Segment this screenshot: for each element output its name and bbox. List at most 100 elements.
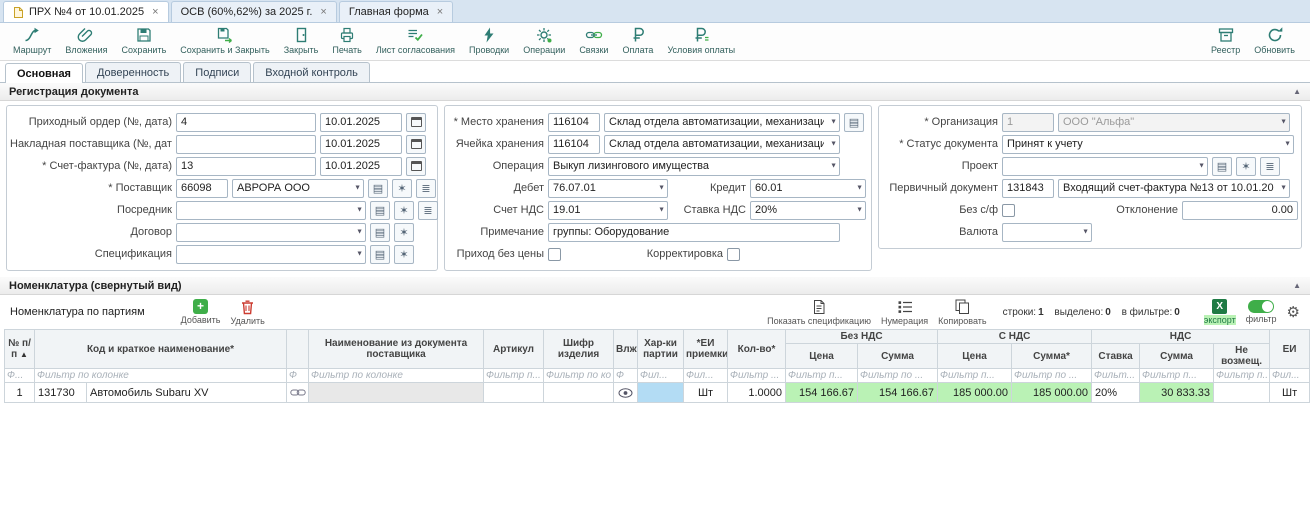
add-row-button[interactable]: + Добавить (181, 299, 221, 325)
status-select[interactable]: Принят к учету (1002, 135, 1294, 154)
postings-button[interactable]: Проводки (462, 25, 516, 56)
tab-doverennost[interactable]: Доверенность (85, 62, 181, 82)
deviation-input[interactable] (1182, 201, 1298, 220)
col-header-vlzh[interactable]: Влж (614, 330, 638, 369)
contract-card-button[interactable]: ▤ (370, 223, 390, 242)
filter-sum-no-vat-input[interactable] (860, 370, 935, 381)
storage-card-button[interactable]: ▤ (844, 113, 864, 132)
supplier-hierarchy-button[interactable]: ≣ (416, 179, 436, 198)
project-wizard-button[interactable]: ✶ (1236, 157, 1256, 176)
supplier-select[interactable]: АВРОРА ООО (232, 179, 364, 198)
organization-select[interactable]: ООО "Альфа" (1058, 113, 1290, 132)
project-card-button[interactable]: ▤ (1212, 157, 1232, 176)
storage-code-input[interactable] (548, 113, 600, 132)
payment-terms-button[interactable]: Условия оплаты (660, 25, 742, 56)
cell-link[interactable] (287, 383, 309, 403)
tab-osnovnaya[interactable]: Основная (5, 63, 83, 83)
close-button[interactable]: Закрыть (277, 25, 326, 56)
tab-vhodnoy-kontrol[interactable]: Входной контроль (253, 62, 370, 82)
specification-select[interactable] (176, 245, 366, 264)
primary-doc-select[interactable]: Входящий счет-фактура №13 от 10.01.2025 (1058, 179, 1290, 198)
correction-checkbox[interactable] (727, 248, 740, 261)
col-header-vat-rate[interactable]: Ставка (1092, 344, 1140, 369)
filter-not-reimb-input[interactable] (1216, 370, 1267, 381)
filter-product-code-input[interactable] (546, 370, 611, 381)
storage-select[interactable]: Склад отдела автоматизации, механизации … (604, 113, 840, 132)
registry-button[interactable]: Реестр (1204, 25, 1247, 56)
storage-cell-select[interactable]: Склад отдела автоматизации, механизации … (604, 135, 840, 154)
invoice-number-input[interactable] (176, 157, 316, 176)
col-header-ei-priemki[interactable]: *ЕИ приемки (684, 330, 728, 369)
doc-tab-osv[interactable]: ОСВ (60%,62%) за 2025 г. × (171, 1, 337, 22)
filter-ei-priemki-input[interactable] (686, 370, 725, 381)
col-header-product-code[interactable]: Шифр изделия (544, 330, 614, 369)
numbering-button[interactable]: Нумерация (881, 299, 928, 326)
filter-toggle[interactable]: фильтр (1246, 300, 1277, 324)
note-input[interactable] (548, 223, 840, 242)
col-header-articul[interactable]: Артикул (484, 330, 544, 369)
receipt-order-date-input[interactable] (320, 113, 402, 132)
operation-select[interactable]: Выкуп лизингового имущества (548, 157, 840, 176)
invoice-date-input[interactable] (320, 157, 402, 176)
filter-code-name-input[interactable] (37, 370, 284, 381)
supplier-card-button[interactable]: ▤ (368, 179, 388, 198)
vat-account-select[interactable]: 19.01 (548, 201, 668, 220)
contract-wizard-button[interactable]: ✶ (394, 223, 414, 242)
delete-row-button[interactable]: Удалить (230, 299, 264, 326)
export-excel-button[interactable]: X экспорт (1204, 299, 1236, 325)
no-sf-checkbox[interactable] (1002, 204, 1015, 217)
table-row[interactable]: 1 131730 Автомобиль Subaru XV Шт 1.0000 … (5, 383, 1310, 403)
vat-rate-select[interactable]: 20% (750, 201, 866, 220)
payment-button[interactable]: Оплата (615, 25, 660, 56)
supplier-invoice-date-input[interactable] (320, 135, 402, 154)
col-header-code-name[interactable]: Код и краткое наименование* (35, 330, 287, 369)
filter-qty-input[interactable] (730, 370, 783, 381)
settings-gear-icon[interactable]: ⚙ (1287, 305, 1300, 320)
contract-select[interactable] (176, 223, 366, 242)
receipt-order-calendar-button[interactable] (406, 113, 426, 132)
project-select[interactable] (1002, 157, 1208, 176)
col-header-ei[interactable]: ЕИ (1270, 330, 1310, 369)
currency-select[interactable] (1002, 223, 1092, 242)
supplier-wizard-button[interactable]: ✶ (392, 179, 412, 198)
filter-vlzh-input[interactable] (616, 370, 635, 381)
route-button[interactable]: Маршрут (6, 25, 58, 56)
cell-vlzh[interactable] (614, 383, 638, 403)
credit-select[interactable]: 60.01 (750, 179, 866, 198)
col-header-num[interactable]: № п/п ▲ (5, 330, 35, 369)
doc-tab-prh[interactable]: ПРХ №4 от 10.01.2025 × (3, 1, 169, 22)
col-header-supplier-name[interactable]: Наименование из документа поставщика (309, 330, 484, 369)
links-button[interactable]: Связки (572, 25, 615, 56)
approval-sheet-button[interactable]: Лист согласования (369, 25, 462, 56)
filter-price-with-vat-input[interactable] (940, 370, 1009, 381)
col-header-batch[interactable]: Хар-ки партии (638, 330, 684, 369)
primary-doc-code-input[interactable] (1002, 179, 1054, 198)
operations-button[interactable]: Операции (516, 25, 572, 56)
filter-vat-rate-input[interactable] (1094, 370, 1137, 381)
supplier-code-input[interactable] (176, 179, 228, 198)
filter-ei-input[interactable] (1272, 370, 1307, 381)
filter-supplier-name-input[interactable] (311, 370, 481, 381)
invoice-calendar-button[interactable] (406, 157, 426, 176)
close-tab-icon[interactable]: × (152, 6, 158, 18)
project-hierarchy-button[interactable]: ≣ (1260, 157, 1280, 176)
col-header-vat-sum[interactable]: Сумма (1140, 344, 1214, 369)
filter-num-input[interactable] (7, 370, 32, 381)
filter-link-input[interactable] (289, 370, 306, 381)
cell-batch[interactable] (638, 383, 684, 403)
attachments-button[interactable]: Вложения (58, 25, 114, 56)
filter-price-no-vat-input[interactable] (788, 370, 855, 381)
save-button[interactable]: Сохранить (115, 25, 174, 56)
no-price-checkbox[interactable] (548, 248, 561, 261)
collapse-icon[interactable]: ▲ (1293, 281, 1301, 290)
intermediary-card-button[interactable]: ▤ (370, 201, 390, 220)
filter-batch-input[interactable] (640, 370, 681, 381)
col-header-sum-no-vat[interactable]: Сумма (858, 344, 938, 369)
col-header-price-no-vat[interactable]: Цена (786, 344, 858, 369)
copy-button[interactable]: Копировать (938, 298, 986, 326)
debit-select[interactable]: 76.07.01 (548, 179, 668, 198)
specification-card-button[interactable]: ▤ (370, 245, 390, 264)
filter-sum-with-vat-input[interactable] (1014, 370, 1089, 381)
filter-articul-input[interactable] (486, 370, 541, 381)
filter-vat-sum-input[interactable] (1142, 370, 1211, 381)
